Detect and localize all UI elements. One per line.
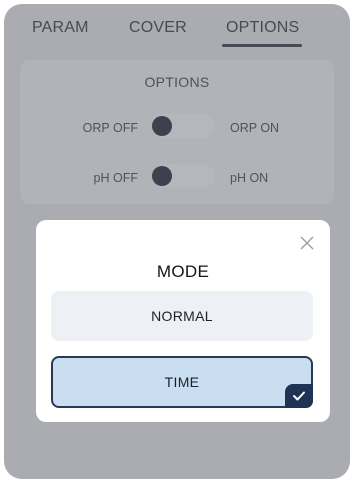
check-icon	[285, 384, 313, 408]
app-screen: PARAM COVER OPTIONS OPTIONS ORP OFF ORP …	[4, 4, 350, 479]
mode-option-time[interactable]: TIME	[51, 356, 313, 408]
mode-option-label: NORMAL	[151, 308, 213, 324]
dialog-title: MODE	[156, 262, 210, 281]
mode-option-label: TIME	[164, 374, 200, 390]
close-icon[interactable]	[298, 234, 316, 252]
mode-dialog: MODE NORMAL TIME	[36, 220, 330, 422]
mode-option-normal[interactable]: NORMAL	[51, 291, 313, 341]
